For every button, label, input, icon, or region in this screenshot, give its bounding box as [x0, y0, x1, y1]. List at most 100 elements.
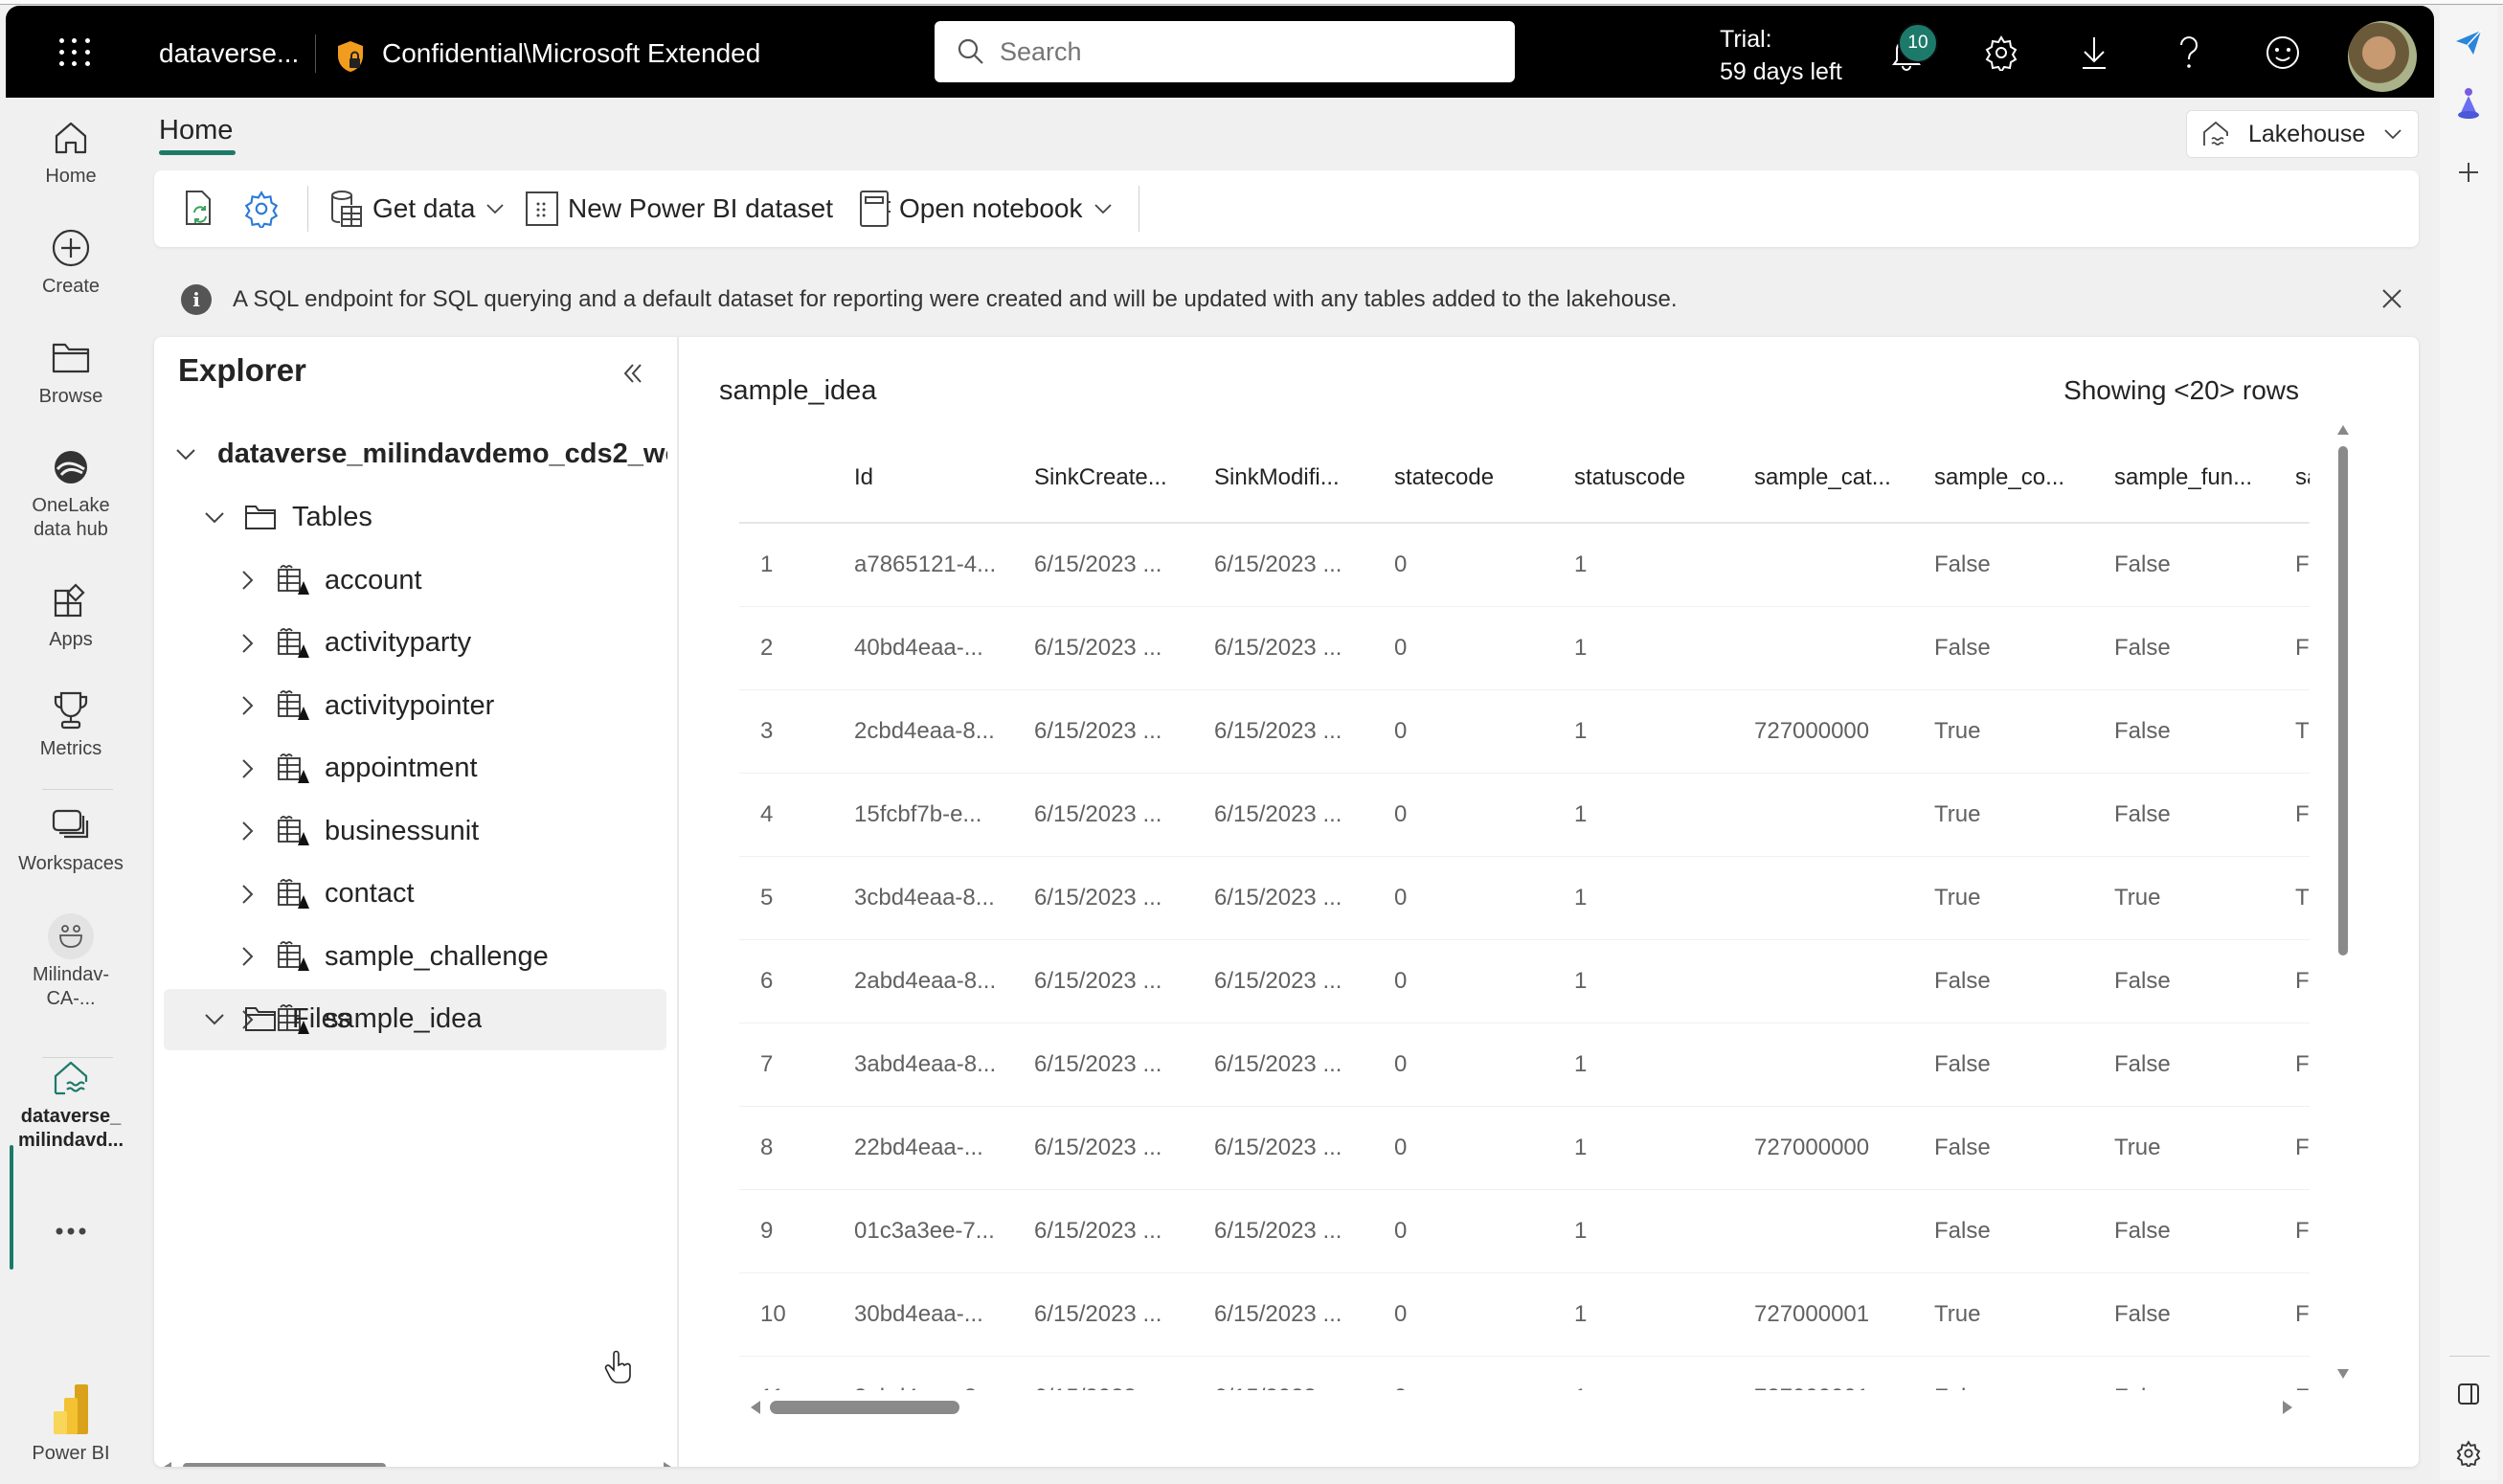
tree-table-item[interactable]: activityparty [164, 613, 666, 674]
get-data-button[interactable]: Get data [327, 186, 506, 232]
app-launcher-icon[interactable] [59, 38, 92, 67]
workspace-name[interactable]: dataverse... [159, 38, 299, 69]
column-header[interactable]: statecode [1394, 433, 1567, 522]
copilot-figure-icon[interactable] [2451, 86, 2486, 121]
main-panel: Explorer dataverse_milindavdemo_cds2_wor… [154, 337, 2419, 1467]
table-row[interactable]: 3 2cbd4eaa-8... 6/15/2023 ... 6/15/2023 ...… [739, 690, 2310, 774]
send-icon[interactable] [2451, 25, 2486, 59]
tree-folder-files[interactable]: Files [200, 988, 703, 1049]
close-info-button[interactable] [2374, 281, 2410, 317]
settings-button[interactable] [1979, 31, 2023, 75]
nav-apps[interactable]: Apps [6, 578, 136, 652]
tree-root-lakehouse[interactable]: dataverse_milindavdemo_cds2_work [171, 423, 674, 484]
chevron-down-icon [200, 503, 229, 531]
search-box[interactable] [935, 21, 1515, 82]
table-cell: 22bd4eaa-... [854, 1135, 983, 1160]
tree-table-item[interactable]: activitypointer [164, 675, 666, 736]
table-cell: 2abd4eaa-8... [854, 968, 997, 994]
chevron-right-icon[interactable] [233, 566, 261, 595]
get-data-label: Get data [372, 193, 476, 223]
vertical-scroll-thumb[interactable] [2338, 446, 2348, 956]
horizontal-scroll-thumb[interactable] [770, 1401, 959, 1414]
table-row[interactable]: 2 40bd4eaa-... 6/15/2023 ... 6/15/2023 ... 0… [739, 607, 2310, 690]
panel-toggle-icon[interactable] [2451, 1377, 2486, 1411]
avatar[interactable] [2348, 21, 2417, 92]
table-row[interactable]: 1 a7865121-4... 6/15/2023 ... 6/15/2023 ...… [739, 524, 2310, 607]
trial-status[interactable]: Trial: 59 days left [1720, 23, 1842, 88]
help-button[interactable] [2167, 31, 2211, 75]
nav-onelake-data-hub[interactable]: OneLake data hub [6, 444, 136, 542]
table-row[interactable]: 5 3cbd4eaa-8... 6/15/2023 ... 6/15/2023 ...… [739, 857, 2310, 940]
add-icon[interactable] [2451, 155, 2486, 190]
column-header[interactable]: Id [854, 433, 1026, 522]
tree-table-item[interactable]: appointment [164, 738, 666, 799]
table-cell [1754, 857, 1927, 939]
table-cell: 3abd4eaa-8... [854, 1051, 997, 1077]
lakehouse-settings-button[interactable] [242, 186, 281, 232]
nav-dataverse-lakehouse[interactable]: dataverse_ milindavd... [6, 1055, 136, 1153]
table-cell: False [1934, 1135, 1991, 1160]
row-number: 4 [760, 801, 774, 827]
chevron-right-icon[interactable] [233, 629, 261, 658]
view-switcher-dropdown[interactable]: Lakehouse [2186, 110, 2419, 158]
sensitivity-label[interactable]: Confidential\Microsoft Extended [382, 38, 760, 69]
table-row[interactable]: 4 15fcbf7b-e... 6/15/2023 ... 6/15/2023 ...… [739, 774, 2310, 857]
row-count-label: Showing <20> rows [2063, 375, 2299, 405]
table-row[interactable]: 9 01c3a3ee-7... 6/15/2023 ... 6/15/2023 ...… [739, 1190, 2310, 1273]
nav-power-bi[interactable]: Power BI [6, 1381, 136, 1466]
trial-days-left: 59 days left [1720, 58, 1842, 85]
table-row[interactable]: 8 22bd4eaa-... 6/15/2023 ... 6/15/2023 ... 0… [739, 1107, 2310, 1190]
nav-milindav-workspace[interactable]: Milindav- CA-... [6, 913, 136, 1011]
table-row[interactable]: 113ebd4eaa-8...6/15/2023 ...6/15/2023 ..… [739, 1357, 2310, 1390]
info-message: A SQL endpoint for SQL querying and a de… [233, 286, 1678, 312]
tree-table-item[interactable]: contact [164, 864, 666, 925]
open-notebook-button[interactable]: Open notebook [857, 186, 1114, 232]
collapse-explorer-button[interactable] [614, 354, 652, 393]
column-header[interactable] [739, 433, 845, 522]
column-header[interactable]: sa [2295, 433, 2310, 522]
table-row[interactable]: 10 30bd4eaa-... 6/15/2023 ... 6/15/2023 ...… [739, 1273, 2310, 1357]
column-header[interactable]: statuscode [1574, 433, 1747, 522]
table-cell: 0 [1394, 1218, 1408, 1244]
nav-home[interactable]: Home [6, 115, 136, 189]
explorer-horizontal-scrollbar[interactable] [164, 1459, 671, 1467]
table-cell: 6/15/2023 ... [1034, 635, 1162, 661]
nav-dataverse-line1: dataverse_ [20, 1106, 122, 1127]
tree-table-item[interactable]: sample_challenge [164, 926, 666, 987]
column-header[interactable]: SinkModifi... [1214, 433, 1387, 522]
vertical-scrollbar[interactable] [2335, 421, 2351, 1388]
table-cell: 6/15/2023 ... [1034, 1051, 1162, 1077]
tree-folder-tables[interactable]: Tables [200, 486, 703, 548]
chevron-right-icon[interactable] [233, 942, 261, 971]
nav-more[interactable] [6, 1208, 136, 1258]
feedback-button[interactable] [2261, 31, 2305, 75]
tree-table-item[interactable]: businessunit [164, 800, 666, 862]
chevron-right-icon[interactable] [233, 817, 261, 845]
nav-metrics[interactable]: Metrics [6, 687, 136, 761]
new-power-bi-dataset-button[interactable]: New Power BI dataset [524, 186, 833, 232]
row-number: 8 [760, 1135, 774, 1160]
nav-browse[interactable]: Browse [6, 335, 136, 409]
table-cell: 6/15/2023 ... [1034, 551, 1162, 577]
download-button[interactable] [2072, 31, 2116, 75]
table-preview: sample_idea Showing <20> rows Id SinkCrea… [681, 337, 2419, 1467]
column-header[interactable]: sample_fun... [2114, 433, 2287, 522]
tab-home[interactable]: Home [159, 115, 233, 146]
search-input[interactable] [1000, 36, 1478, 67]
chevron-right-icon[interactable] [233, 880, 261, 909]
chevron-right-icon[interactable] [233, 754, 261, 783]
horizontal-scrollbar[interactable] [751, 1398, 2311, 1415]
column-header[interactable]: sample_co... [1934, 433, 2107, 522]
table-row[interactable]: 6 2abd4eaa-8... 6/15/2023 ... 6/15/2023 ...… [739, 940, 2310, 1023]
tree-table-item[interactable]: account [164, 550, 666, 611]
chevron-down-icon [2384, 129, 2402, 140]
nav-workspaces[interactable]: Workspaces [6, 802, 136, 876]
table-cell: 6/15/2023 ... [1034, 1218, 1162, 1244]
chevron-right-icon[interactable] [233, 691, 261, 720]
column-header[interactable]: sample_cat... [1754, 433, 1927, 522]
strip-settings-icon[interactable] [2451, 1436, 2486, 1471]
table-row[interactable]: 7 3abd4eaa-8... 6/15/2023 ... 6/15/2023 ...… [739, 1023, 2310, 1107]
refresh-button[interactable] [181, 186, 219, 232]
nav-create[interactable]: Create [6, 225, 136, 299]
column-header[interactable]: SinkCreate... [1034, 433, 1206, 522]
